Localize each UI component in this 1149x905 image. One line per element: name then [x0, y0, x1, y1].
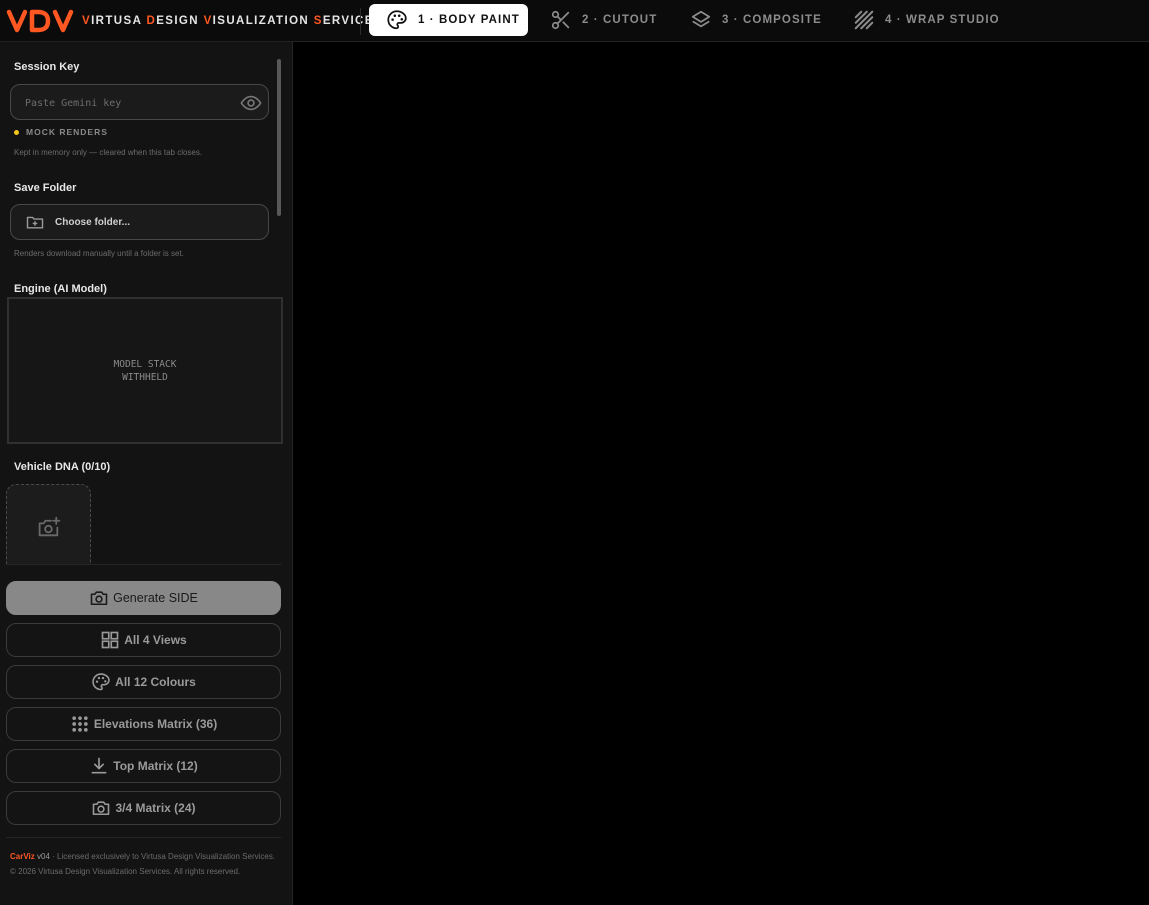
- stripes-icon: [854, 10, 874, 30]
- grid-icon: [101, 631, 119, 649]
- session-key-input[interactable]: [23, 85, 237, 121]
- all-4-views-button[interactable]: All 4 Views: [6, 623, 281, 657]
- download-icon: [91, 757, 107, 774]
- engine-line-1: MODEL STACK: [113, 358, 177, 370]
- status-dot: [14, 129, 19, 135]
- camera-icon: [90, 591, 108, 606]
- brand-word: DESIGN: [146, 15, 199, 27]
- vdv-logo: [6, 9, 74, 33]
- tab-body-paint[interactable]: 1 · BODY PAINT: [369, 4, 528, 36]
- engine-label: Engine (AI Model): [14, 283, 107, 295]
- engine-placeholder: MODEL STACK WITHHELD: [7, 297, 283, 444]
- scissors-icon: [551, 10, 570, 30]
- header-divider: [360, 8, 361, 35]
- palette-icon: [92, 673, 110, 691]
- license-text: · Licensed exclusively to Virtusa Design…: [49, 852, 276, 861]
- dots-grid-icon: [72, 716, 88, 732]
- brand-word: VIRTUSA: [82, 15, 142, 27]
- brand-name: VIRTUSA DESIGN VISUALIZATION SERVICES: [82, 15, 383, 27]
- save-folder-hint: Renders download manually until a folder…: [14, 249, 184, 258]
- top-matrix-button[interactable]: Top Matrix (12): [6, 749, 281, 783]
- session-key-field: [10, 84, 269, 121]
- session-key-label: Session Key: [14, 61, 80, 73]
- sidebar-scroll-area[interactable]: Session Key MOCK RENDERS Kept in memory …: [0, 42, 284, 564]
- generate-side-button[interactable]: Generate SIDE: [6, 581, 281, 615]
- palette-icon: [387, 10, 407, 30]
- footer-divider: [6, 837, 281, 838]
- vehicle-dna-label: Vehicle DNA (0/10): [14, 461, 111, 473]
- tab-composite[interactable]: 3 · COMPOSITE: [676, 4, 836, 36]
- tab-wrap-studio[interactable]: 4 · WRAP STUDIO: [839, 4, 1014, 36]
- top-bar: VIRTUSA DESIGN VISUALIZATION SERVICES 1 …: [0, 0, 1149, 42]
- session-key-hint: Kept in memory only — cleared when this …: [14, 148, 203, 157]
- sidebar-scrollbar[interactable]: [277, 59, 281, 216]
- copyright-text: © 2026 Virtusa Design Visualization Serv…: [10, 866, 241, 876]
- sidebar: Session Key MOCK RENDERS Kept in memory …: [0, 42, 293, 905]
- engine-line-2: WITHHELD: [122, 371, 168, 383]
- brand-word: VISUALIZATION: [203, 15, 310, 27]
- sidebar-footer: CarViz v04 · Licensed exclusively to Vir…: [10, 850, 285, 879]
- layers-icon: [691, 10, 711, 28]
- render-status: MOCK RENDERS: [14, 127, 108, 137]
- tab-cutout[interactable]: 2 · CUTOUT: [536, 4, 671, 36]
- sidebar-divider: [6, 564, 281, 565]
- all-12-colours-button[interactable]: All 12 Colours: [6, 665, 281, 699]
- save-folder-label: Save Folder: [14, 182, 77, 194]
- app-version: v04: [37, 852, 50, 861]
- three-quarter-matrix-button[interactable]: 3/4 Matrix (24): [6, 791, 281, 825]
- vehicle-dna-upload-slot[interactable]: [6, 484, 91, 564]
- eye-icon[interactable]: [240, 92, 262, 114]
- elevations-matrix-button[interactable]: Elevations Matrix (36): [6, 707, 281, 741]
- folder-plus-icon: [26, 216, 44, 229]
- add-photo-icon: [38, 516, 61, 537]
- app-name: CarViz: [10, 852, 35, 861]
- render-canvas[interactable]: [293, 42, 1149, 905]
- status-text: MOCK RENDERS: [26, 127, 108, 137]
- choose-folder-button[interactable]: Choose folder...: [10, 204, 269, 240]
- camera-icon: [93, 801, 110, 816]
